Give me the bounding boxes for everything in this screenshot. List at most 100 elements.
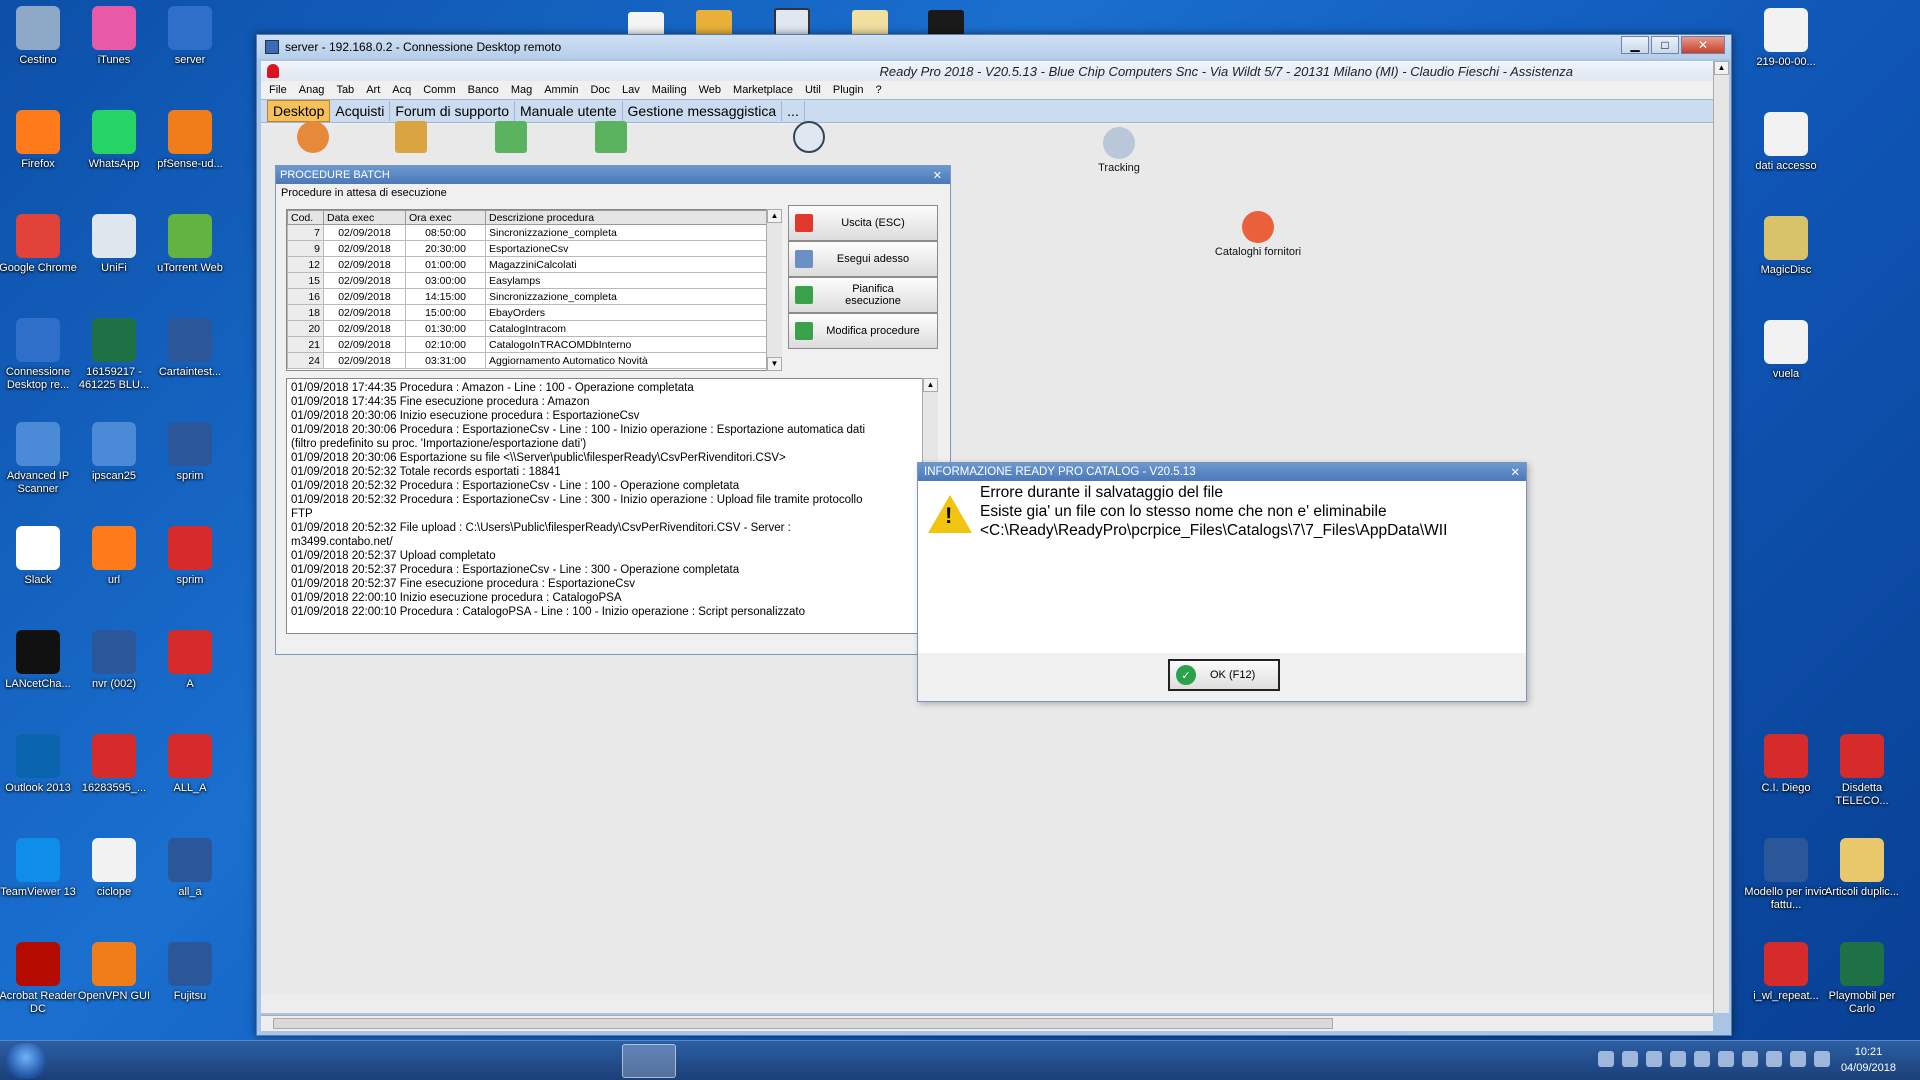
clock[interactable]: 10:21 04/09/2018 [1841,1044,1896,1076]
tray-icon[interactable] [1670,1051,1686,1067]
word-icon[interactable] [498,1044,552,1078]
desktop-shortcut[interactable]: ipscan25 [70,422,158,483]
start-button[interactable] [6,1043,46,1079]
tracking-shortcut[interactable]: Tracking [1079,127,1159,174]
menu-item[interactable]: Lav [622,84,646,96]
table-row[interactable]: 15 02/09/2018 03:00:00 Easylamps [287,272,773,289]
tab-item[interactable]: Manuale utente [515,101,623,121]
tab-item[interactable]: Gestione messaggistica [623,101,783,121]
desktop-shortcut[interactable]: dati accesso [1742,112,1830,173]
tab-item[interactable]: Forum di supporto [390,101,515,121]
desktop-shortcut[interactable]: all_a [146,838,234,899]
table-row[interactable]: 21 02/09/2018 02:10:00 CatalogoInTRACOMDbIn… [287,336,773,353]
batch-titlebar[interactable]: PROCEDURE BATCH ✕ [276,166,950,184]
outlook-icon[interactable] [250,1044,304,1078]
desktop-shortcut[interactable]: UniFi [70,214,158,275]
orders-icon[interactable] [595,121,627,156]
tray-icon[interactable] [1598,1051,1614,1067]
desktop-shortcut[interactable]: OpenVPN GUI [70,942,158,1003]
table-row[interactable]: 24 02/09/2018 03:31:00 Aggiornamento Automa… [287,352,773,369]
scroll-up-icon[interactable]: ▲ [1714,61,1729,75]
menu-item[interactable]: Mag [511,84,538,96]
desktop-shortcut[interactable]: Modello per invio fattu... [1742,838,1830,912]
batch-action-button[interactable]: Esegui adesso [788,241,938,277]
minimize-button[interactable]: ▁ [1621,36,1649,54]
close-button[interactable]: ✕ [1681,36,1725,54]
menu-item[interactable]: Art [366,84,386,96]
desktop-shortcut[interactable]: sprim [146,422,234,483]
menu-item[interactable]: Plugin [833,84,870,96]
table-row[interactable]: 18 02/09/2018 15:00:00 EbayOrders [287,304,773,321]
slack-icon[interactable] [560,1044,614,1078]
boxes-icon[interactable] [395,121,427,156]
desktop-shortcut[interactable]: url [70,526,158,587]
tray-icon[interactable] [1766,1051,1782,1067]
desktop-shortcut[interactable]: ALL_A [146,734,234,795]
batch-close-icon[interactable]: ✕ [933,169,942,182]
desktop-shortcut[interactable]: iTunes [70,6,158,67]
column-header[interactable]: Data exec [323,210,406,225]
desktop-shortcut[interactable]: server [146,6,234,67]
tray-icon[interactable] [1742,1051,1758,1067]
table-row[interactable]: 7 02/09/2018 08:50:00 Sincronizzazione_comp… [287,224,773,241]
app-horizontal-scrollbar[interactable] [261,1015,1713,1031]
column-header[interactable]: Ora exec [405,210,486,225]
desktop-shortcut[interactable]: Disdetta TELECO... [1818,734,1906,808]
desktop-shortcut[interactable]: sprim [146,526,234,587]
menu-item[interactable]: Marketplace [733,84,799,96]
menu-item[interactable]: Anag [299,84,331,96]
dialog-close-icon[interactable]: ✕ [1510,465,1520,479]
desktop-shortcut[interactable]: Playmobil per Carlo [1818,942,1906,1016]
menu-item[interactable]: Acq [392,84,417,96]
desktop-shortcut[interactable]: A [146,630,234,691]
procedures-scrollbar[interactable]: ▲ ▼ [766,209,782,371]
desktop-shortcut[interactable]: Cartaintest... [146,318,234,379]
desktop-shortcut[interactable]: Fujitsu [146,942,234,1003]
table-row[interactable]: 16 02/09/2018 14:15:00 Sincronizzazione_com… [287,288,773,305]
cataloghi-fornitori-shortcut[interactable]: Cataloghi fornitori [1203,211,1313,258]
column-header[interactable]: Cod. [287,210,324,225]
menu-item[interactable]: Doc [590,84,616,96]
menu-item[interactable]: ? [875,84,887,96]
ok-button[interactable]: ✓ OK (F12) [1168,659,1280,691]
menu-item[interactable]: Mailing [652,84,693,96]
tray-icon[interactable] [1646,1051,1662,1067]
table-row[interactable]: 9 02/09/2018 20:30:00 EsportazioneCsv [287,240,773,257]
menu-item[interactable]: Banco [468,84,505,96]
network-icon[interactable] [1814,1051,1830,1067]
menu-item[interactable]: Tab [336,84,360,96]
volume-icon[interactable] [1790,1051,1806,1067]
rdp-vertical-scrollbar[interactable]: ▲ [1713,61,1729,1013]
clock-icon[interactable] [793,121,825,156]
desktop-shortcut[interactable]: 16283595_... [70,734,158,795]
menu-item[interactable]: Util [805,84,827,96]
batch-action-button[interactable]: Uscita (ESC) [788,205,938,241]
desktop-shortcut[interactable]: nvr (002) [70,630,158,691]
excel-icon[interactable] [374,1044,428,1078]
ie-icon[interactable] [64,1044,118,1078]
table-row[interactable]: 20 02/09/2018 01:30:00 CatalogIntracom [287,320,773,337]
documents-icon[interactable] [495,121,527,156]
tray-icon[interactable] [1694,1051,1710,1067]
batch-action-button[interactable]: Pianifica esecuzione [788,277,938,313]
desktop-shortcut[interactable]: 16159217 - 461225 BLU... [70,318,158,392]
maximize-button[interactable]: □ [1651,36,1679,54]
anagrafiche-icon[interactable] [297,121,329,156]
desktop-shortcut[interactable]: ciclope [70,838,158,899]
menu-item[interactable]: Web [699,84,727,96]
desktop-shortcut[interactable]: WhatsApp [70,110,158,171]
table-row[interactable]: 12 02/09/2018 01:00:00 MagazziniCalcolati [287,256,773,273]
menu-item[interactable]: File [269,84,293,96]
explorer-icon[interactable] [126,1044,180,1078]
desktop-shortcut[interactable]: pfSense-ud... [146,110,234,171]
firefox-icon[interactable] [188,1044,242,1078]
scroll-up-icon[interactable]: ▲ [767,209,782,223]
desktop-shortcut[interactable]: vuela [1742,320,1830,381]
media-player-icon[interactable] [312,1044,366,1078]
remote-desktop-icon[interactable] [622,1044,676,1078]
menu-item[interactable]: Comm [423,84,461,96]
tab-item[interactable]: Acquisti [330,101,391,121]
desktop-shortcut[interactable]: C.I. Diego [1742,734,1830,795]
menu-item[interactable]: Ammin [544,84,584,96]
dialog-titlebar[interactable]: INFORMAZIONE READY PRO CATALOG - V20.5.1… [918,463,1526,481]
